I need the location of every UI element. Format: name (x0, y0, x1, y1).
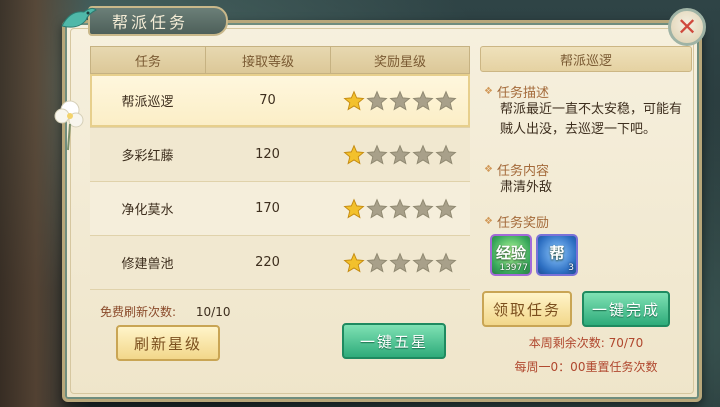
star-filled-icon (343, 251, 365, 272)
reward-label: ❖ 任务奖励 (484, 212, 549, 231)
star-empty-icon (435, 143, 457, 164)
star-empty-icon (412, 197, 434, 218)
star-empty-icon (389, 197, 411, 218)
star-empty-icon (366, 251, 388, 272)
one-key-complete-button[interactable]: 一键完成 (582, 291, 670, 327)
exp-qty: 13977 (499, 263, 528, 273)
one-key-five-star-button[interactable]: 一键五星 (342, 323, 446, 359)
content-label: ❖ 任务内容 (484, 160, 549, 179)
star-empty-icon (435, 251, 457, 272)
close-button[interactable]: ✕ (668, 8, 706, 46)
free-refresh-info: 免费刷新次数: 10/10 (100, 303, 230, 320)
task-name: 净化莫水 (121, 203, 174, 218)
star-empty-icon (366, 89, 388, 110)
star-empty-icon (389, 89, 411, 110)
table-row[interactable]: 净化莫水 170 (90, 182, 470, 236)
star-filled-icon (343, 89, 365, 110)
header-task: 任务 (91, 47, 206, 73)
weekly-remaining: 本周剩余次数: 70/70 (528, 336, 644, 350)
detail-title: 帮派巡逻 (480, 46, 692, 72)
weekly-reset-note: 每周一0：00重置任务次数 (514, 360, 658, 374)
star-empty-icon (435, 89, 457, 110)
guild-qty: 3 (568, 263, 574, 273)
exp-icon[interactable]: 经验 13977 (490, 234, 532, 276)
accept-task-button[interactable]: 领取任务 (482, 291, 572, 327)
star-rating (330, 251, 470, 274)
desc-text: 帮派最近一直不太安稳，可能有贼人出没，去巡逻一下吧。 (500, 102, 683, 137)
star-empty-icon (412, 89, 434, 110)
close-icon: ✕ (676, 13, 698, 41)
star-empty-icon (389, 143, 411, 164)
star-empty-icon (366, 197, 388, 218)
window-title: 帮派任务 (88, 6, 228, 36)
star-empty-icon (366, 143, 388, 164)
guild-glyph: 帮 (549, 244, 565, 262)
task-level: 220 (255, 255, 280, 270)
task-table: 任务 接取等级 奖励星级 帮派巡逻 70 多彩红藤 120 净化莫水 170 修建兽池 220 (90, 46, 470, 290)
exp-glyph: 经验 (495, 244, 526, 262)
task-level: 170 (255, 201, 280, 216)
task-level: 70 (259, 93, 276, 108)
header-level: 接取等级 (206, 47, 331, 73)
free-refresh-label: 免费刷新次数: (100, 305, 177, 319)
star-filled-icon (343, 197, 365, 218)
star-rating (330, 89, 470, 112)
task-name: 修建兽池 (121, 257, 174, 272)
desc-label: ❖ 任务描述 (484, 82, 549, 101)
table-row[interactable]: 帮派巡逻 70 (90, 74, 470, 128)
task-name: 多彩红藤 (121, 149, 174, 164)
content-text: 肃清外敌 (500, 180, 553, 195)
task-name: 帮派巡逻 (121, 95, 174, 110)
guild-contribution-icon[interactable]: 帮 3 (536, 234, 578, 276)
table-row[interactable]: 修建兽池 220 (90, 236, 470, 290)
star-rating (330, 143, 470, 166)
bullet-icon: ❖ (484, 164, 493, 175)
star-empty-icon (389, 251, 411, 272)
content-label-text: 任务内容 (496, 164, 549, 179)
star-empty-icon (412, 251, 434, 272)
bird-icon (61, 7, 97, 28)
table-header: 任务 接取等级 奖励星级 (90, 46, 470, 74)
free-refresh-count: 10/10 (195, 305, 231, 319)
refresh-stars-button[interactable]: 刷新星级 (116, 325, 220, 361)
task-level: 120 (255, 147, 280, 162)
star-rating (330, 197, 470, 220)
header-stars: 奖励星级 (373, 54, 426, 70)
flower-decoration (54, 100, 84, 151)
desc-label-text: 任务描述 (496, 86, 549, 101)
star-empty-icon (435, 197, 457, 218)
bullet-icon: ❖ (484, 216, 493, 227)
reward-label-text: 任务奖励 (496, 216, 549, 231)
task-detail-panel: 帮派巡逻 ❖ 任务描述 帮派最近一直不太安稳，可能有贼人出没，去巡逻一下吧。 ❖… (480, 46, 692, 396)
table-row[interactable]: 多彩红藤 120 (90, 128, 470, 182)
bullet-icon: ❖ (484, 86, 493, 97)
star-empty-icon (412, 143, 434, 164)
star-filled-icon (343, 143, 365, 164)
